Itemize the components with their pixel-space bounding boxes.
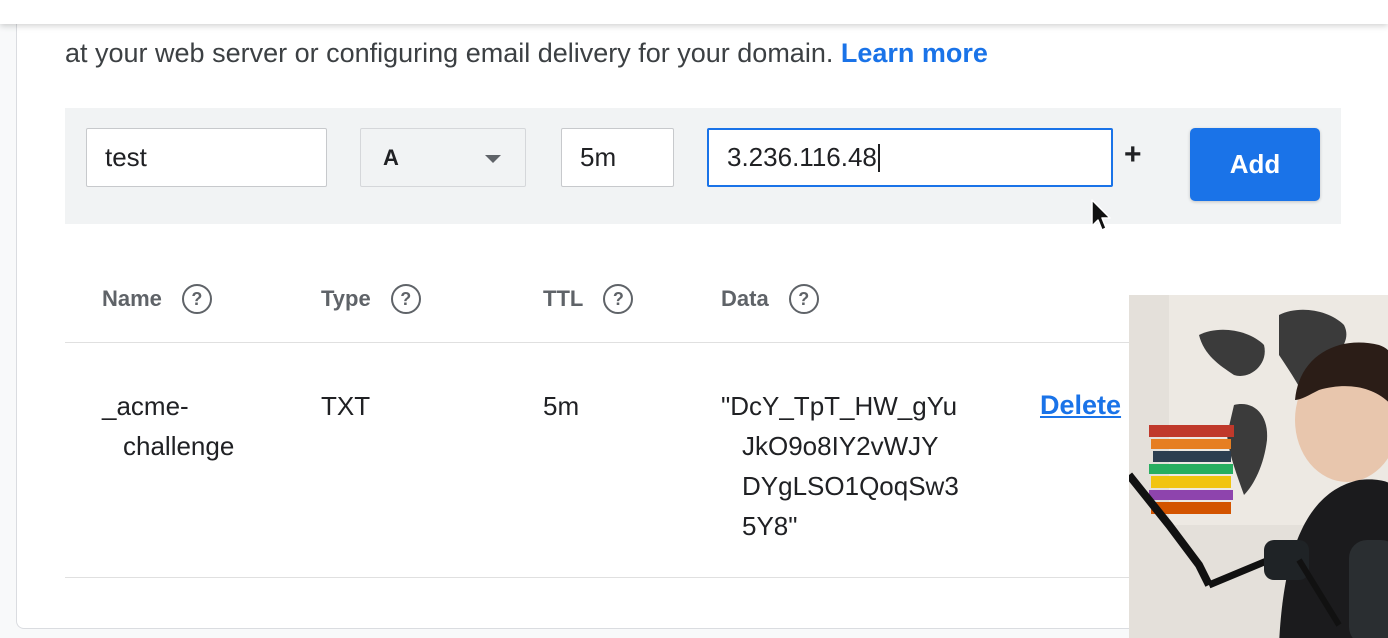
mouse-pointer-icon (1091, 199, 1111, 231)
record-name-line: _acme- (102, 391, 189, 421)
text-cursor (877, 143, 880, 172)
column-header-name-label: Name (102, 286, 162, 311)
webcam-overlay (1129, 295, 1388, 638)
record-data-input[interactable]: 3.236.116.48 (707, 128, 1113, 187)
record-ttl-value: 5m (580, 142, 617, 172)
intro-text: at your web server or configuring email … (65, 38, 988, 69)
record-ttl-cell: 5m (543, 391, 580, 421)
help-icon[interactable]: ? (603, 284, 634, 314)
record-type-select[interactable]: A (360, 128, 526, 187)
record-name-value: test (105, 142, 147, 172)
learn-more-link[interactable]: Learn more (841, 38, 988, 68)
record-data-line: DYgLSO1QoqSw3 (742, 471, 959, 501)
column-header-name: Name ? (102, 284, 212, 314)
column-header-data-label: Data (721, 286, 769, 311)
record-name-line: challenge (123, 431, 235, 461)
add-record-button[interactable]: Add (1190, 128, 1320, 201)
dns-records-page: at your web server or configuring email … (0, 0, 1388, 638)
column-header-type: Type ? (321, 284, 421, 314)
add-button-label: Add (1229, 149, 1281, 179)
column-header-data: Data ? (721, 284, 819, 314)
help-icon[interactable]: ? (788, 284, 819, 314)
record-data-value: 3.236.116.48 (727, 142, 877, 172)
plus-icon[interactable]: + (1124, 140, 1142, 170)
intro-sentence: at your web server or configuring email … (65, 38, 834, 68)
record-type-cell: TXT (321, 391, 371, 421)
record-data-line: 5Y8" (742, 511, 798, 541)
column-header-ttl-label: TTL (543, 286, 584, 311)
record-ttl-input[interactable]: 5m (561, 128, 674, 187)
top-toolbar-edge (0, 0, 1388, 24)
delete-record-link[interactable]: Delete (1040, 390, 1121, 421)
chevron-down-icon (485, 155, 501, 163)
record-data-line: "DcY_TpT_HW_gYu (721, 391, 958, 421)
record-name-cell: _acme- challenge (102, 386, 234, 466)
webcam-image (1129, 295, 1388, 638)
column-header-ttl: TTL ? (543, 284, 634, 314)
record-data-line: JkO9o8IY2vWJY (742, 431, 939, 461)
column-header-type-label: Type (321, 286, 371, 311)
help-icon[interactable]: ? (390, 284, 421, 314)
record-type-value: A (383, 144, 399, 170)
record-data-cell: "DcY_TpT_HW_gYu JkO9o8IY2vWJY DYgLSO1Qoq… (721, 386, 959, 546)
help-icon[interactable]: ? (181, 284, 212, 314)
record-name-input[interactable]: test (86, 128, 327, 187)
